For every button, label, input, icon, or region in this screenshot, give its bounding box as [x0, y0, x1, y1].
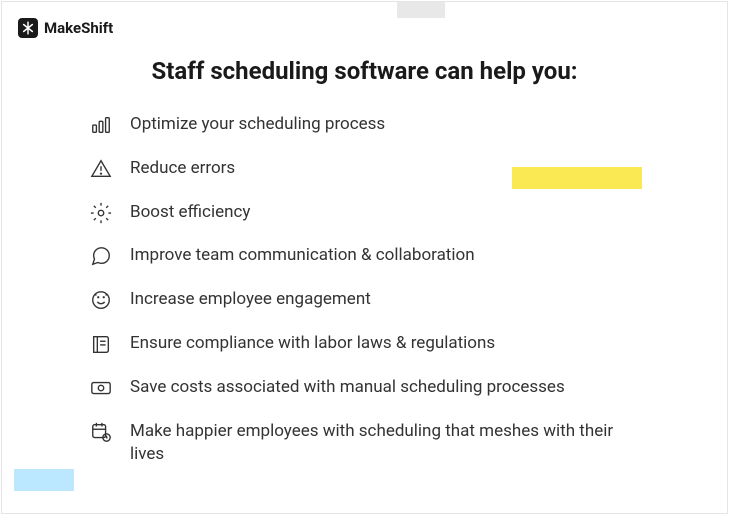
page-title: Staff scheduling software can help you: — [62, 57, 667, 85]
list-item: Save costs associated with manual schedu… — [90, 376, 667, 400]
book-icon — [90, 333, 112, 355]
list-item: Improve team communication & collaborati… — [90, 244, 667, 268]
bar-chart-icon — [90, 114, 112, 136]
brand-name: MakeShift — [44, 19, 113, 37]
list-item: Optimize your scheduling process — [90, 113, 667, 137]
gear-icon — [90, 202, 112, 224]
benefit-text: Increase employee engagement — [130, 288, 371, 312]
benefit-text: Optimize your scheduling process — [130, 113, 385, 137]
list-item: Increase employee engagement — [90, 288, 667, 312]
warning-icon — [90, 158, 112, 180]
benefit-text: Ensure compliance with labor laws & regu… — [130, 332, 495, 356]
chat-icon — [90, 245, 112, 267]
benefit-text: Reduce errors — [130, 157, 235, 181]
brand-logo: MakeShift — [18, 18, 113, 38]
main-container: MakeShift Staff scheduling software can … — [1, 1, 728, 514]
benefit-text: Save costs associated with manual schedu… — [130, 376, 565, 400]
benefit-text: Improve team communication & collaborati… — [130, 244, 475, 268]
benefit-text: Make happier employees with scheduling t… — [130, 420, 630, 468]
decoration-blue — [14, 469, 74, 491]
decoration-yellow — [512, 167, 642, 189]
content-area: Staff scheduling software can help you: … — [2, 2, 727, 467]
list-item: Make happier employees with scheduling t… — [90, 420, 667, 468]
decoration-top — [397, 2, 445, 18]
benefit-text: Boost efficiency — [130, 201, 250, 225]
smile-icon — [90, 289, 112, 311]
asterisk-icon — [18, 18, 38, 38]
list-item: Boost efficiency — [90, 201, 667, 225]
calendar-clock-icon — [90, 421, 112, 443]
list-item: Ensure compliance with labor laws & regu… — [90, 332, 667, 356]
money-icon — [90, 377, 112, 399]
